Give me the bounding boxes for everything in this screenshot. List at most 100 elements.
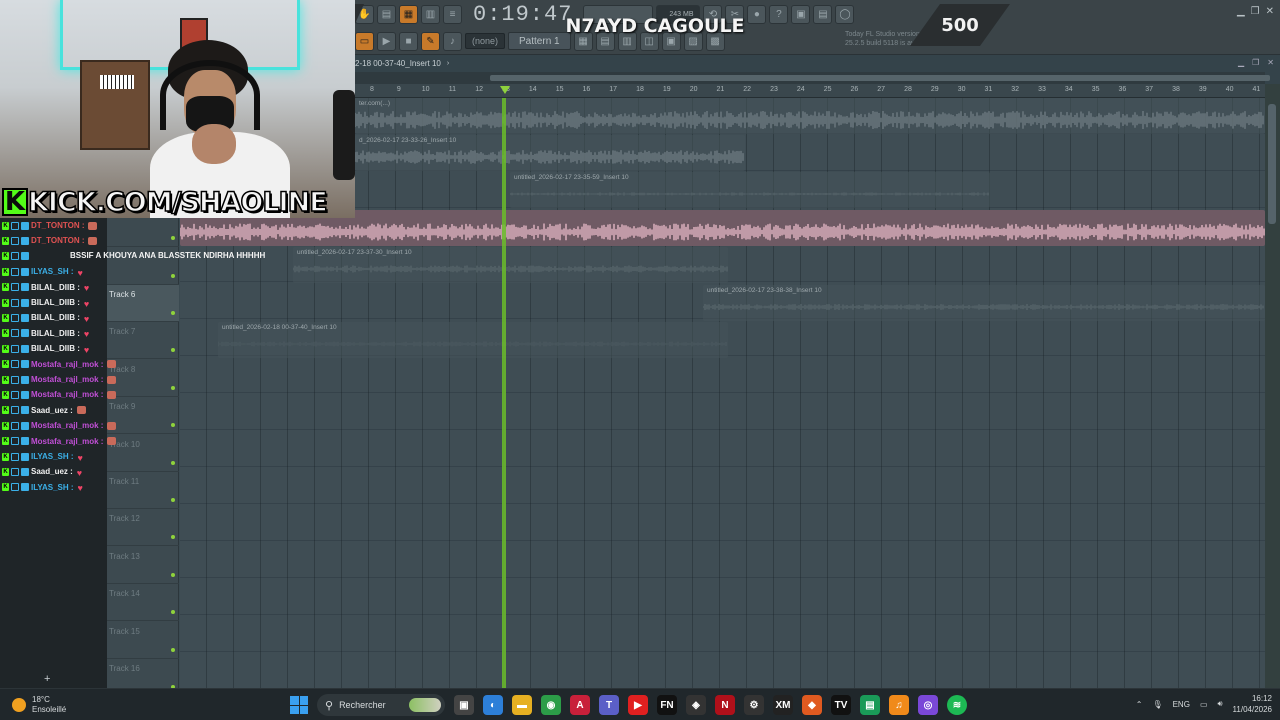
stop-icon[interactable]: ■ (399, 31, 418, 51)
volume-icon[interactable]: 🔊︎ (1218, 699, 1223, 709)
chat-username[interactable]: Mostafa_rajl_mok : (31, 421, 103, 430)
restore-icon[interactable]: ❐ (1251, 6, 1260, 17)
play-icon[interactable]: ▶ (377, 31, 396, 51)
audio-clip[interactable]: untitled_2026-02-18 00-37-40_Insert 10 (218, 322, 728, 358)
emote-icon (107, 421, 117, 430)
copilot-icon[interactable]: ◐ (483, 695, 503, 715)
track-header[interactable]: Track 6 (107, 285, 179, 322)
track-header[interactable]: Track 13 (107, 547, 179, 584)
chevron-up-icon[interactable]: ⌃ (1136, 700, 1143, 709)
playhead-marker[interactable] (500, 86, 510, 94)
playlist-overview-scrollbar[interactable] (355, 72, 1270, 84)
track-mute-led-icon[interactable] (171, 647, 175, 652)
fl-studio-icon[interactable]: ♫ (889, 695, 909, 715)
track-mute-led-icon[interactable] (171, 348, 175, 353)
pattern-mode-icon[interactable]: ▭ (355, 31, 374, 51)
track-mute-led-icon[interactable] (171, 460, 175, 465)
track-header[interactable]: Track 7 (107, 322, 179, 360)
teams-icon[interactable]: T (599, 695, 619, 715)
mixer-icon[interactable]: ≡ (443, 4, 462, 24)
track-mute-led-icon[interactable] (171, 498, 175, 502)
menu-icon[interactable]: ▤ (377, 4, 396, 24)
chat-username[interactable]: Mostafa_rajl_mok : (31, 375, 103, 384)
chat-username[interactable]: DT_TONTON : (31, 236, 84, 245)
chat-icon[interactable]: ◯ (835, 4, 855, 24)
xm-icon[interactable]: XM (773, 695, 793, 715)
audio-clip[interactable]: untitled_2026-02-17 23-37-30_Insert 10 (293, 247, 728, 283)
scroll-thumb[interactable] (1268, 104, 1276, 224)
chat-username[interactable]: BILAL_DIIB : (31, 298, 80, 307)
gamepad-icon[interactable]: ◈ (686, 695, 706, 715)
chat-username[interactable]: Saad_uez : (31, 406, 73, 415)
add-icon[interactable]: + (44, 673, 50, 685)
tradingview-icon[interactable]: TV (831, 695, 851, 715)
audio-clip[interactable]: d_2026-02-17 23-33-26_Insert 10 (355, 135, 745, 171)
chat-username[interactable]: BILAL_DIIB : (31, 344, 80, 353)
pattern-selector[interactable]: (none) (465, 33, 506, 49)
chat-username[interactable]: Mostafa_rajl_mok : (31, 360, 103, 369)
adobe-icon[interactable]: A (570, 695, 590, 715)
browser-icon[interactable]: ▤ (813, 4, 833, 24)
help-icon[interactable]: ? (769, 4, 789, 24)
track-mute-led-icon[interactable] (171, 423, 175, 428)
track-header[interactable]: Track 14 (107, 584, 179, 622)
audio-clip[interactable]: ter.com(...) (355, 98, 1265, 134)
restore-icon[interactable]: ❐ (1252, 58, 1259, 67)
track-header[interactable]: Track 8 (107, 360, 179, 397)
track-mute-led-icon[interactable] (171, 610, 175, 615)
steam-icon[interactable]: ⚙ (744, 695, 764, 715)
chat-username[interactable]: ILYAS_SH : (31, 452, 74, 461)
chat-username[interactable]: Saad_uez : (31, 467, 73, 476)
language-indicator[interactable]: ENG (1173, 700, 1190, 709)
track-header[interactable]: Track 12 (107, 509, 179, 547)
pencil-icon[interactable]: ✎ (421, 31, 440, 51)
chat-username[interactable]: DT_TONTON : (31, 221, 84, 230)
track-header[interactable]: Track 10 (107, 435, 179, 472)
playlist-icon[interactable]: ▦ (399, 4, 418, 24)
cpu-icon[interactable]: ▣ (791, 4, 811, 24)
file-explorer-icon[interactable]: ▬ (512, 695, 532, 715)
microphone-icon[interactable]: 🎙︎ (1152, 700, 1162, 709)
youtube-icon[interactable]: ▶ (628, 695, 648, 715)
spotify-icon[interactable]: ≋ (947, 695, 967, 715)
close-icon[interactable]: ✕ (1267, 58, 1274, 67)
chat-username[interactable]: BILAL_DIIB : (31, 313, 80, 322)
track-header[interactable]: Track 9 (107, 397, 179, 435)
track-mute-led-icon[interactable] (171, 273, 175, 278)
chat-username[interactable]: Mostafa_rajl_mok : (31, 390, 103, 399)
track-mute-led-icon[interactable] (171, 535, 175, 540)
fn-icon[interactable]: FN (657, 695, 677, 715)
track-header[interactable]: Track 11 (107, 472, 179, 509)
track-mute-led-icon[interactable] (171, 311, 175, 315)
chat-username[interactable]: Mostafa_rajl_mok : (31, 437, 103, 446)
track-mute-led-icon[interactable] (171, 572, 175, 577)
chat-username[interactable]: ILYAS_SH : (31, 483, 74, 492)
weather-widget[interactable]: 18°C Ensoleillé (12, 695, 66, 715)
brave-icon[interactable]: ◆ (802, 695, 822, 715)
minimize-icon[interactable]: ▁ (1238, 58, 1244, 67)
clock[interactable]: 16:12 11/04/2026 (1233, 693, 1272, 715)
close-icon[interactable]: ✕ (1266, 6, 1274, 17)
chat-username[interactable]: BILAL_DIIB : (31, 283, 80, 292)
windows-start-icon[interactable] (290, 696, 308, 714)
obs-icon[interactable]: ◎ (918, 695, 938, 715)
chat-username[interactable]: BILAL_DIIB : (31, 329, 80, 338)
taskbar-search[interactable]: ⚲ Rechercher (317, 694, 445, 716)
chrome-icon[interactable]: ◉ (541, 695, 561, 715)
track-mute-led-icon[interactable] (171, 236, 175, 241)
chat-username[interactable]: ILYAS_SH : (31, 267, 74, 276)
display-icon[interactable]: ▭ (1200, 700, 1208, 709)
overview-thumb[interactable] (490, 75, 1270, 81)
netflix-icon[interactable]: N (715, 695, 735, 715)
track-mute-led-icon[interactable] (171, 385, 175, 390)
metronome-icon[interactable]: ♪ (443, 31, 462, 51)
app-green-icon[interactable]: ▤ (860, 695, 880, 715)
channel-rack-icon[interactable]: ▥ (421, 4, 440, 24)
audio-clip[interactable]: untitled_2026-02-17 23-35-59_Insert 10 (510, 172, 990, 208)
audio-clip[interactable]: untitled_2026-02-17 23-38-38_Insert 10 (703, 285, 1265, 321)
track-header[interactable]: Track 15 (107, 622, 179, 659)
task-view-icon[interactable]: ▣ (454, 695, 474, 715)
timeline-ruler[interactable]: 8 9 10 11 12 13 14 15 16 17 18 19 20 21 22 23 24 25 26 27 28… (355, 84, 1265, 98)
vertical-scrollbar[interactable] (1265, 84, 1280, 688)
minimize-icon[interactable]: ▁ (1237, 6, 1245, 17)
